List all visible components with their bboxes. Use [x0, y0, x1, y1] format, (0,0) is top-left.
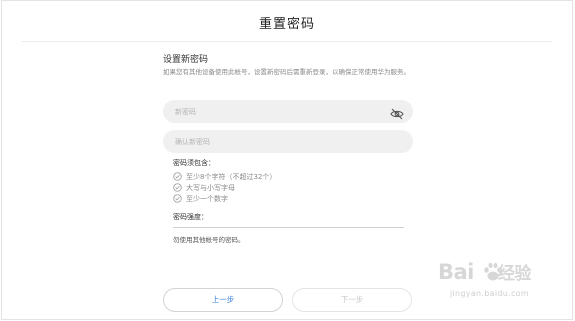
form-description: 如果您有其他设备使用此帐号，设置新密码后需重新登录，以确保正常使用华为服务。	[163, 68, 410, 76]
confirm-password-input[interactable]	[163, 130, 413, 153]
requirement-text: 至少一个数字	[186, 194, 228, 203]
paw-icon	[484, 262, 502, 281]
page-title: 重置密码	[258, 17, 315, 32]
watermark-url: jingyan.baidu.com	[450, 289, 529, 298]
warning-text: 勿使用其他帐号的密码。	[173, 236, 245, 244]
next-button[interactable]: 下一步	[292, 288, 412, 312]
prev-button[interactable]: 上一步	[163, 288, 283, 312]
strength-label: 密码强度：	[173, 213, 208, 221]
requirement-text: 大写与小写字母	[186, 183, 235, 192]
title-divider	[22, 41, 552, 42]
reset-password-window: 重置密码 设置新密码 如果您有其他设备使用此帐号，设置新密码后需重新登录，以确保…	[1, 0, 573, 320]
section-heading: 设置新密码	[163, 55, 209, 65]
eye-off-icon[interactable]	[390, 105, 404, 120]
baidu-watermark: Bai 经验 jingyan.baidu.com	[438, 259, 558, 305]
check-circle-icon	[173, 172, 182, 181]
strength-meter	[173, 227, 404, 228]
requirement-item: 至少一个数字	[173, 193, 276, 204]
requirement-item: 至少8个字符（不超过32个）	[173, 171, 276, 182]
check-circle-icon	[173, 183, 182, 192]
requirement-item: 大写与小写字母	[173, 182, 276, 193]
new-password-input[interactable]	[163, 100, 413, 123]
requirement-text: 至少8个字符（不超过32个）	[186, 172, 277, 181]
requirements-list: 至少8个字符（不超过32个） 大写与小写字母 至少一个数字	[173, 171, 276, 204]
watermark-brand: Bai 经验	[438, 260, 531, 284]
check-circle-icon	[173, 194, 182, 203]
requirements-heading: 密码须包含：	[173, 159, 215, 167]
